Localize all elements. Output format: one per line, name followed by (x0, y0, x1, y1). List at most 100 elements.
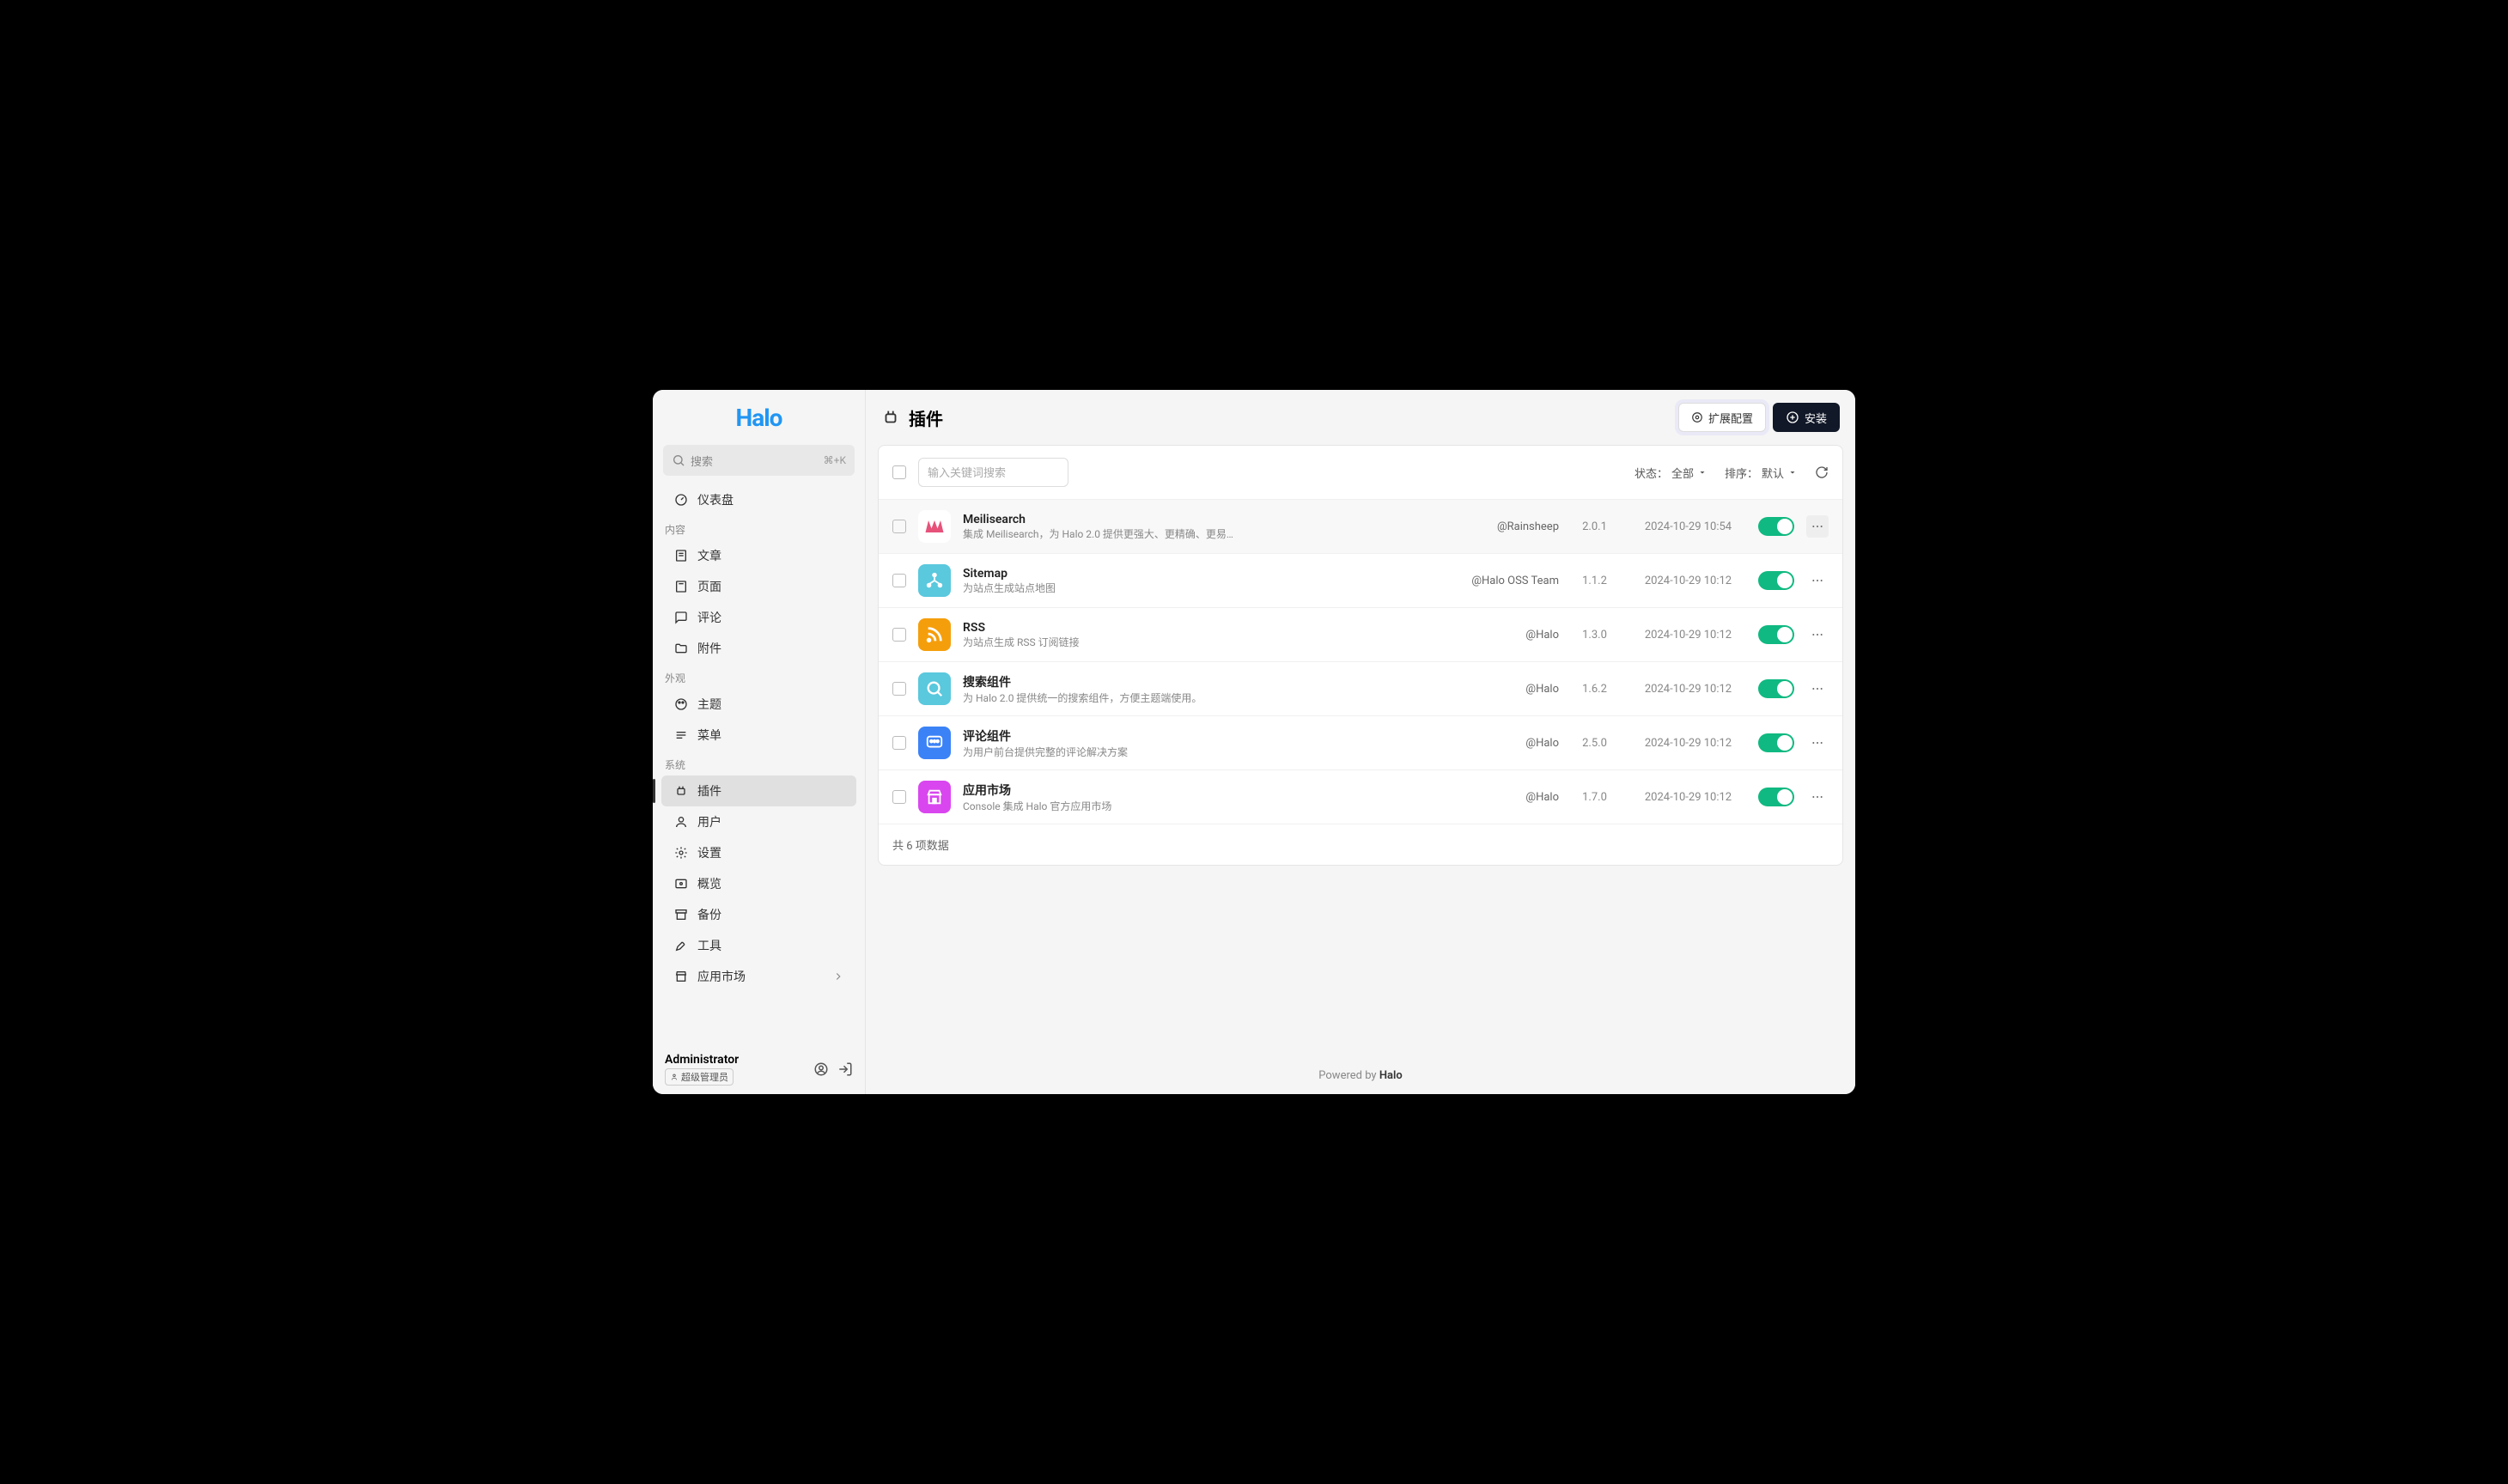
plugin-name: 搜索组件 (963, 673, 1427, 690)
chevron-down-icon (1787, 467, 1798, 477)
nav-themes[interactable]: 主题 (661, 689, 856, 720)
nav-label: 插件 (697, 782, 721, 800)
plugin-author[interactable]: @Rainsheep (1439, 520, 1559, 533)
plugin-time: 2024-10-29 10:12 (1630, 629, 1746, 642)
sort-filter[interactable]: 排序： 默认 (1725, 465, 1798, 481)
nav-label: 页面 (697, 578, 721, 595)
nav-tools[interactable]: 工具 (661, 930, 856, 961)
logo[interactable]: Halo (653, 390, 865, 445)
gauge-icon (673, 493, 689, 507)
plugin-row[interactable]: Sitemap 为站点生成站点地图 @Halo OSS Team 1.1.2 2… (879, 553, 1842, 607)
filter-value: 全部 (1671, 465, 1694, 481)
more-button[interactable] (1806, 623, 1829, 646)
nav-attachments[interactable]: 附件 (661, 633, 856, 664)
more-button[interactable] (1806, 569, 1829, 592)
plugin-version: 1.3.0 (1571, 629, 1618, 642)
extension-config-button[interactable]: 扩展配置 (1678, 403, 1766, 432)
nav-label: 文章 (697, 547, 721, 564)
nav-pages[interactable]: 页面 (661, 571, 856, 602)
plugin-row[interactable]: RSS 为站点生成 RSS 订阅链接 @Halo 1.3.0 2024-10-2… (879, 607, 1842, 661)
plugin-time: 2024-10-29 10:12 (1630, 737, 1746, 750)
nav-comments[interactable]: 评论 (661, 602, 856, 633)
plugin-row[interactable]: 评论组件 为用户前台提供完整的评论解决方案 @Halo 2.5.0 2024-1… (879, 715, 1842, 769)
plugin-time: 2024-10-29 10:54 (1630, 520, 1746, 533)
nav-dashboard[interactable]: 仪表盘 (661, 484, 856, 515)
enable-toggle[interactable] (1758, 733, 1794, 752)
status-filter[interactable]: 状态： 全部 (1634, 465, 1708, 481)
nav-group-system: 系统 (653, 751, 865, 775)
plugin-desc: 集成 Meilisearch，为 Halo 2.0 提供更强大、更精确、更易… (963, 526, 1263, 541)
filter-label: 排序： (1725, 465, 1758, 481)
nav-label: 概览 (697, 875, 721, 892)
nav-label: 主题 (697, 696, 721, 713)
search-placeholder: 搜索 (691, 453, 713, 469)
enable-toggle[interactable] (1758, 625, 1794, 644)
more-button[interactable] (1806, 678, 1829, 700)
enable-toggle[interactable] (1758, 517, 1794, 536)
plugin-row[interactable]: 搜索组件 为 Halo 2.0 提供统一的搜索组件，方便主题端使用。 @Halo… (879, 661, 1842, 715)
current-user-name: Administrator (665, 1053, 805, 1067)
nav-label: 用户 (697, 813, 721, 830)
plugin-time: 2024-10-29 10:12 (1630, 683, 1746, 696)
select-all-checkbox[interactable] (892, 465, 906, 479)
logout-icon[interactable] (837, 1061, 853, 1077)
plugin-time: 2024-10-29 10:12 (1630, 791, 1746, 804)
search-shortcut: ⌘+K (824, 454, 846, 466)
plugin-row[interactable]: 应用市场 Console 集成 Halo 官方应用市场 @Halo 1.7.0 … (879, 769, 1842, 824)
nav-appstore[interactable]: 应用市场 (661, 961, 856, 992)
filter-label: 状态： (1634, 465, 1668, 481)
plugin-icon (918, 618, 951, 651)
enable-toggle[interactable] (1758, 571, 1794, 590)
more-button[interactable] (1806, 732, 1829, 754)
nav-label: 菜单 (697, 727, 721, 744)
palette-icon (673, 697, 689, 711)
row-checkbox[interactable] (892, 790, 906, 804)
plugin-version: 1.1.2 (1571, 575, 1618, 587)
enable-toggle[interactable] (1758, 679, 1794, 698)
nav-settings[interactable]: 设置 (661, 837, 856, 868)
nav-overview[interactable]: 概览 (661, 868, 856, 899)
global-search[interactable]: 搜索 ⌘+K (663, 445, 855, 476)
chevron-right-icon (832, 970, 844, 982)
nav-label: 设置 (697, 844, 721, 861)
row-checkbox[interactable] (892, 520, 906, 533)
install-button[interactable]: 安装 (1773, 403, 1840, 432)
page-icon (673, 580, 689, 593)
nav-menus[interactable]: 菜单 (661, 720, 856, 751)
plugin-icon (918, 672, 951, 705)
plugin-name: Sitemap (963, 567, 1427, 581)
summary-text: 共 6 项数据 (879, 824, 1842, 865)
footer-brand[interactable]: Halo (1379, 1069, 1403, 1082)
plugin-icon (918, 564, 951, 597)
plugin-author[interactable]: @Halo (1439, 683, 1559, 696)
plugin-author[interactable]: @Halo (1439, 629, 1559, 642)
plugin-name: Meilisearch (963, 513, 1427, 526)
filter-value: 默认 (1762, 465, 1784, 481)
profile-icon[interactable] (813, 1061, 829, 1077)
more-button[interactable] (1806, 786, 1829, 808)
row-checkbox[interactable] (892, 574, 906, 587)
nav-backup[interactable]: 备份 (661, 899, 856, 930)
nav-label: 备份 (697, 906, 721, 923)
nav-plugins[interactable]: 插件 (661, 775, 856, 806)
toolbar: 状态： 全部 排序： 默认 (879, 446, 1842, 499)
search-icon (672, 453, 685, 467)
plugin-desc: 为 Halo 2.0 提供统一的搜索组件，方便主题端使用。 (963, 690, 1263, 705)
more-button[interactable] (1806, 515, 1829, 538)
nav-posts[interactable]: 文章 (661, 540, 856, 571)
enable-toggle[interactable] (1758, 788, 1794, 806)
footer-text: Powered by (1318, 1069, 1379, 1082)
plugin-author[interactable]: @Halo (1439, 737, 1559, 750)
chevron-down-icon (1697, 467, 1708, 477)
row-checkbox[interactable] (892, 628, 906, 642)
row-checkbox[interactable] (892, 736, 906, 750)
row-checkbox[interactable] (892, 682, 906, 696)
plugin-search-input[interactable] (918, 458, 1068, 487)
refresh-button[interactable] (1815, 465, 1829, 479)
plugin-row[interactable]: Meilisearch 集成 Meilisearch，为 Halo 2.0 提供… (879, 499, 1842, 553)
nav-users[interactable]: 用户 (661, 806, 856, 837)
wrench-icon (673, 939, 689, 952)
plugin-author[interactable]: @Halo (1439, 791, 1559, 804)
plugin-author[interactable]: @Halo OSS Team (1439, 575, 1559, 587)
plugin-name: 应用市场 (963, 782, 1427, 799)
